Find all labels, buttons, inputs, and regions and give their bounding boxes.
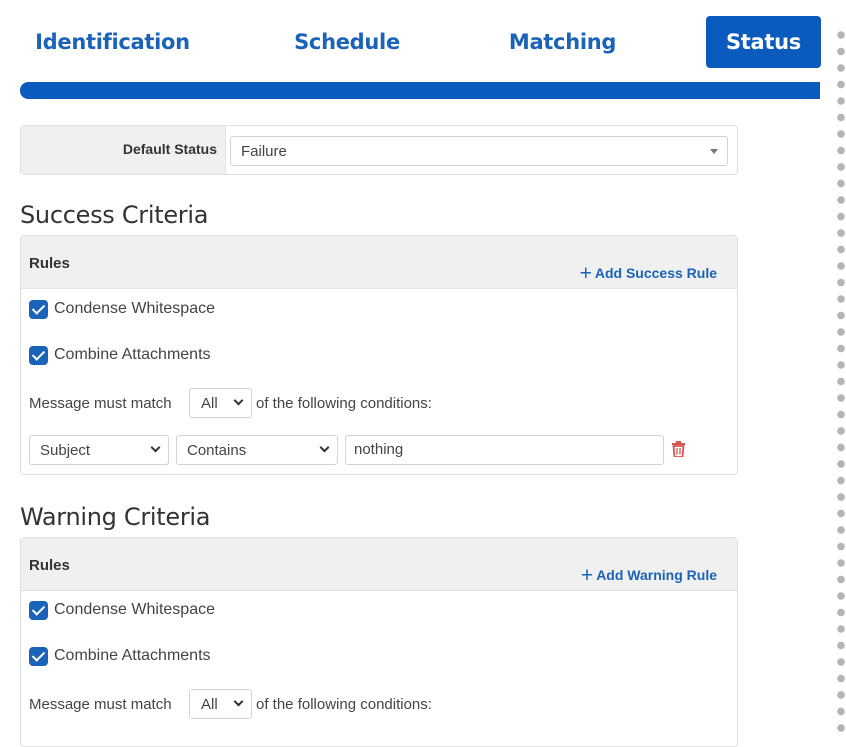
- default-status-select[interactable]: Failure: [230, 136, 728, 166]
- tab-matching[interactable]: Matching: [495, 16, 630, 68]
- condition-field-value: Subject: [40, 442, 91, 459]
- chevron-down-icon: [150, 442, 161, 453]
- success-match-prefix: Message must match: [29, 395, 172, 412]
- success-match-select[interactable]: All: [189, 388, 252, 418]
- chevron-down-icon: [319, 442, 330, 453]
- checkbox-checked-icon[interactable]: [29, 300, 48, 319]
- chevron-down-icon: [233, 395, 244, 406]
- success-match-row: Message must match All of the following …: [29, 388, 729, 420]
- add-warning-rule-button[interactable]: + Add Warning Rule: [581, 564, 717, 588]
- warning-combine-attachments-label: Combine Attachments: [54, 647, 211, 664]
- condition-operator-value: Contains: [187, 442, 247, 459]
- warning-rules-header: Rules + Add Warning Rule: [21, 538, 737, 591]
- chevron-down-icon: [233, 696, 244, 707]
- warning-match-suffix: of the following conditions:: [256, 696, 432, 713]
- tab-status[interactable]: Status: [706, 16, 821, 68]
- success-match-suffix: of the following conditions:: [256, 395, 432, 412]
- condition-operator-select[interactable]: Contains: [176, 435, 338, 465]
- success-criteria-title: Success Criteria: [20, 201, 209, 229]
- checkbox-checked-icon[interactable]: [29, 601, 48, 620]
- success-rules-header: Rules + Add Success Rule: [21, 236, 737, 289]
- warning-criteria-title: Warning Criteria: [20, 503, 211, 531]
- success-match-value: All: [201, 395, 218, 412]
- plus-icon: +: [580, 564, 594, 587]
- condition-value-input[interactable]: nothing: [345, 435, 664, 465]
- add-warning-rule-label: Add Warning Rule: [596, 567, 717, 583]
- tab-schedule[interactable]: Schedule: [282, 16, 412, 68]
- default-status-label: Default Status: [122, 141, 217, 157]
- checkbox-checked-icon[interactable]: [29, 346, 48, 365]
- success-combine-attachments-label: Combine Attachments: [54, 346, 211, 363]
- torn-edge-decoration: [832, 30, 846, 738]
- caret-down-icon: [710, 149, 718, 154]
- warning-rules-panel: Rules + Add Warning Rule Condense Whitesp…: [20, 537, 738, 747]
- add-success-rule-button[interactable]: + Add Success Rule: [580, 262, 717, 286]
- tab-bar: Identification Schedule Matching Status: [0, 0, 846, 84]
- warning-match-value: All: [201, 696, 218, 713]
- warning-condense-whitespace-label: Condense Whitespace: [54, 601, 215, 618]
- default-status-label-cell: Default Status: [21, 126, 226, 174]
- add-success-rule-label: Add Success Rule: [594, 265, 717, 281]
- wizard-progress-bar: [20, 82, 820, 99]
- checkbox-checked-icon[interactable]: [29, 647, 48, 666]
- warning-match-select[interactable]: All: [189, 689, 252, 719]
- condition-field-select[interactable]: Subject: [29, 435, 169, 465]
- progress-fill: [20, 82, 820, 99]
- condition-value-text: nothing: [354, 441, 404, 458]
- success-rules-panel: Rules + Add Success Rule Condense Whitesp…: [20, 235, 738, 475]
- plus-icon: +: [579, 262, 592, 285]
- warning-match-row: Message must match All of the following …: [29, 689, 729, 721]
- tab-identification[interactable]: Identification: [30, 16, 195, 68]
- warning-rules-title: Rules: [29, 557, 70, 574]
- default-status-value: Failure: [241, 143, 287, 160]
- success-condense-whitespace-label: Condense Whitespace: [54, 300, 215, 317]
- success-rules-title: Rules: [29, 255, 70, 272]
- trash-icon[interactable]: [672, 441, 685, 457]
- warning-match-prefix: Message must match: [29, 696, 172, 713]
